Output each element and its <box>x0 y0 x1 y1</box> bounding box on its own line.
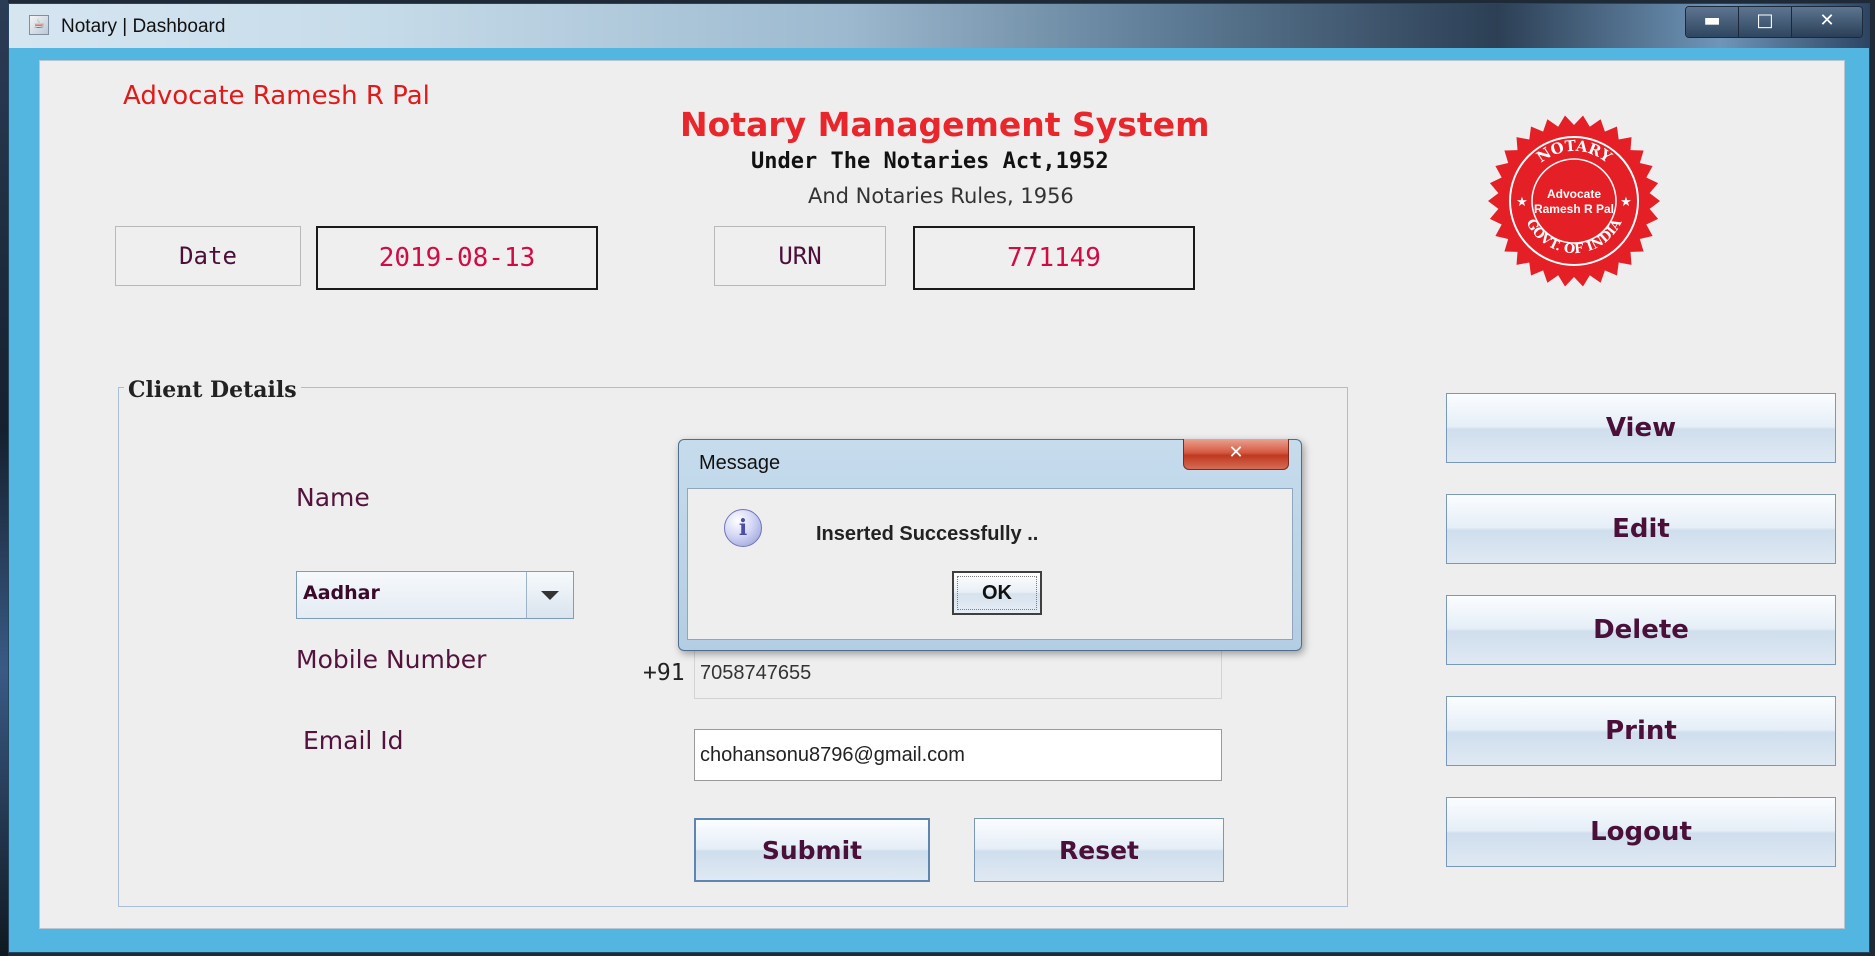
submit-button[interactable]: Submit <box>694 818 930 882</box>
email-field[interactable]: chohansonu8796@gmail.com <box>694 729 1222 781</box>
window-title: Notary | Dashboard <box>61 16 226 37</box>
id-type-select[interactable]: Aadhar <box>296 571 574 619</box>
maximize-button[interactable]: □ <box>1738 7 1791 37</box>
advocate-name: Advocate Ramesh R Pal <box>123 81 430 111</box>
reset-button[interactable]: Reset <box>974 818 1224 882</box>
delete-button[interactable]: Delete <box>1446 595 1836 665</box>
rules-subtitle: And Notaries Rules, 1956 <box>808 184 1074 208</box>
message-dialog: Message ✕ i Inserted Successfully .. OK <box>678 439 1302 651</box>
date-value: 2019-08-13 <box>316 226 598 290</box>
ok-button[interactable]: OK <box>952 571 1042 615</box>
view-button[interactable]: View <box>1446 393 1836 463</box>
mobile-label: Mobile Number <box>296 645 487 674</box>
act-subtitle: Under The Notaries Act,1952 <box>751 149 1109 174</box>
close-button[interactable]: ✕ <box>1791 7 1862 37</box>
seal-center-line1: Advocate <box>1547 187 1601 201</box>
seal-star-left-icon: ★ <box>1516 195 1528 210</box>
seal-star-right-icon: ★ <box>1620 195 1632 210</box>
email-label: Email Id <box>303 726 404 755</box>
urn-value: 771149 <box>913 226 1195 290</box>
title-bar[interactable]: ☕ Notary | Dashboard ▬ □ ✕ <box>9 4 1869 48</box>
mobile-field[interactable]: 7058747655 <box>694 647 1222 699</box>
java-app-icon: ☕ <box>29 15 49 35</box>
app-window: ☕ Notary | Dashboard ▬ □ ✕ Advocate Rame… <box>8 3 1870 953</box>
id-type-selected: Aadhar <box>303 582 380 604</box>
system-title: Notary Management System <box>680 105 1210 144</box>
name-label: Name <box>296 483 370 512</box>
notary-seal-logo: NOTARY GOVT. OF INDIA Advocate Ramesh R … <box>1488 115 1660 287</box>
dialog-close-button[interactable]: ✕ <box>1183 439 1289 470</box>
minimize-button[interactable]: ▬ <box>1686 7 1738 37</box>
date-label: Date <box>115 226 301 286</box>
logout-button[interactable]: Logout <box>1446 797 1836 867</box>
chevron-down-icon <box>541 590 559 600</box>
window-controls: ▬ □ ✕ <box>1685 6 1863 38</box>
info-icon: i <box>724 509 762 547</box>
print-button[interactable]: Print <box>1446 696 1836 766</box>
dashboard-panel: Advocate Ramesh R Pal Notary Management … <box>39 60 1845 929</box>
dialog-title: Message <box>699 452 781 474</box>
urn-label: URN <box>714 226 886 286</box>
desktop-edge <box>0 0 8 956</box>
mobile-prefix: +91 <box>643 660 685 686</box>
dropdown-arrow-button[interactable] <box>526 572 573 618</box>
seal-center-line2: Ramesh R Pal <box>1534 202 1614 216</box>
dialog-body: i Inserted Successfully .. OK <box>687 488 1293 640</box>
edit-button[interactable]: Edit <box>1446 494 1836 564</box>
dialog-message: Inserted Successfully .. <box>816 523 1039 545</box>
client-details-title: Client Details <box>124 377 301 403</box>
focus-ring <box>957 576 1037 610</box>
